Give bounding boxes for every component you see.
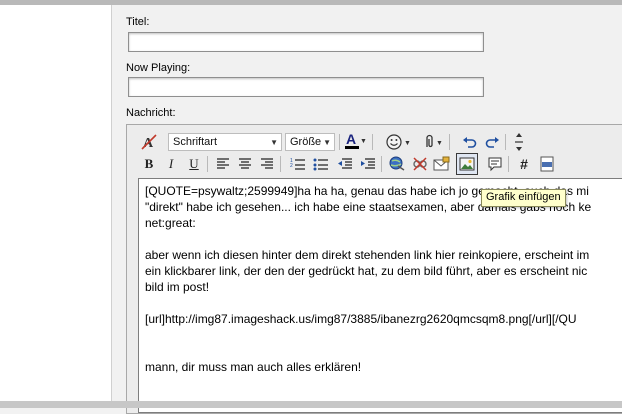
message-line: bild im post! xyxy=(145,280,210,294)
now-playing-input[interactable] xyxy=(128,77,484,97)
bottom-border xyxy=(0,401,622,408)
svg-text:▼: ▼ xyxy=(436,140,443,147)
php-icon[interactable] xyxy=(538,155,556,173)
align-right-icon[interactable] xyxy=(258,155,276,173)
resize-toggle-icon[interactable] xyxy=(510,131,528,153)
message-line: ein klickbarer link, der den der gedrück… xyxy=(145,264,588,278)
font-color-letter: A xyxy=(346,131,356,147)
title-input[interactable] xyxy=(128,32,484,52)
paperclip-icon[interactable]: ▼ xyxy=(420,133,446,151)
left-column xyxy=(0,5,111,408)
title-label: Titel: xyxy=(126,16,150,28)
toolbar-separator xyxy=(372,134,373,150)
size-select[interactable]: Größe ▼ xyxy=(285,133,335,151)
quote-icon[interactable] xyxy=(486,155,504,173)
smiley-icon[interactable]: ▼ xyxy=(385,133,413,151)
message-line: [url]http://img87.imageshack.us/img87/38… xyxy=(145,312,577,326)
insert-link-icon[interactable] xyxy=(388,155,406,173)
align-left-icon[interactable] xyxy=(214,155,232,173)
svg-text:▼: ▼ xyxy=(404,140,411,147)
toolbar-separator xyxy=(280,156,281,172)
chevron-down-icon: ▼ xyxy=(323,138,331,147)
align-center-icon[interactable] xyxy=(236,155,254,173)
size-select-value: Größe xyxy=(290,136,322,148)
now-playing-label: Now Playing: xyxy=(126,62,191,74)
bold-button[interactable]: B xyxy=(140,155,158,173)
redo-icon[interactable] xyxy=(483,133,501,151)
font-select-value: Schriftart xyxy=(173,136,218,148)
toolbar-separator xyxy=(339,134,340,150)
remove-link-icon[interactable] xyxy=(411,155,429,173)
font-color-icon[interactable]: A ▼ xyxy=(343,131,367,150)
toolbar-separator xyxy=(508,156,509,172)
indent-icon[interactable] xyxy=(359,155,377,173)
outdent-icon[interactable] xyxy=(336,155,354,173)
toolbar-separator xyxy=(449,134,450,150)
unordered-list-icon[interactable] xyxy=(312,155,330,173)
toolbar-separator xyxy=(381,156,382,172)
ordered-list-icon[interactable]: 12 xyxy=(289,155,307,173)
remove-format-icon[interactable]: A xyxy=(140,133,158,151)
svg-text:2: 2 xyxy=(290,163,293,169)
tooltip: Grafik einfügen xyxy=(481,189,566,207)
font-select[interactable]: Schriftart ▼ xyxy=(168,133,282,151)
message-textarea[interactable]: [QUOTE=psywaltz;2599949]ha ha ha, genau … xyxy=(138,178,622,413)
toolbar-separator xyxy=(207,156,208,172)
message-line: net:great: xyxy=(145,216,196,230)
insert-image-icon[interactable] xyxy=(456,153,478,175)
message-line: aber wenn ich diesen hinter dem direkt s… xyxy=(145,248,590,262)
undo-icon[interactable] xyxy=(461,133,479,151)
underline-button[interactable]: U xyxy=(185,155,203,173)
toolbar-separator xyxy=(505,134,506,150)
insert-email-icon[interactable] xyxy=(433,155,451,173)
code-hash-button[interactable]: # xyxy=(515,155,533,173)
chevron-down-icon: ▼ xyxy=(270,138,278,147)
italic-button[interactable]: I xyxy=(162,155,180,173)
message-line: mann, dir muss man auch alles erklären! xyxy=(145,360,362,374)
svg-text:▼: ▼ xyxy=(360,138,366,145)
message-label: Nachricht: xyxy=(126,107,176,119)
